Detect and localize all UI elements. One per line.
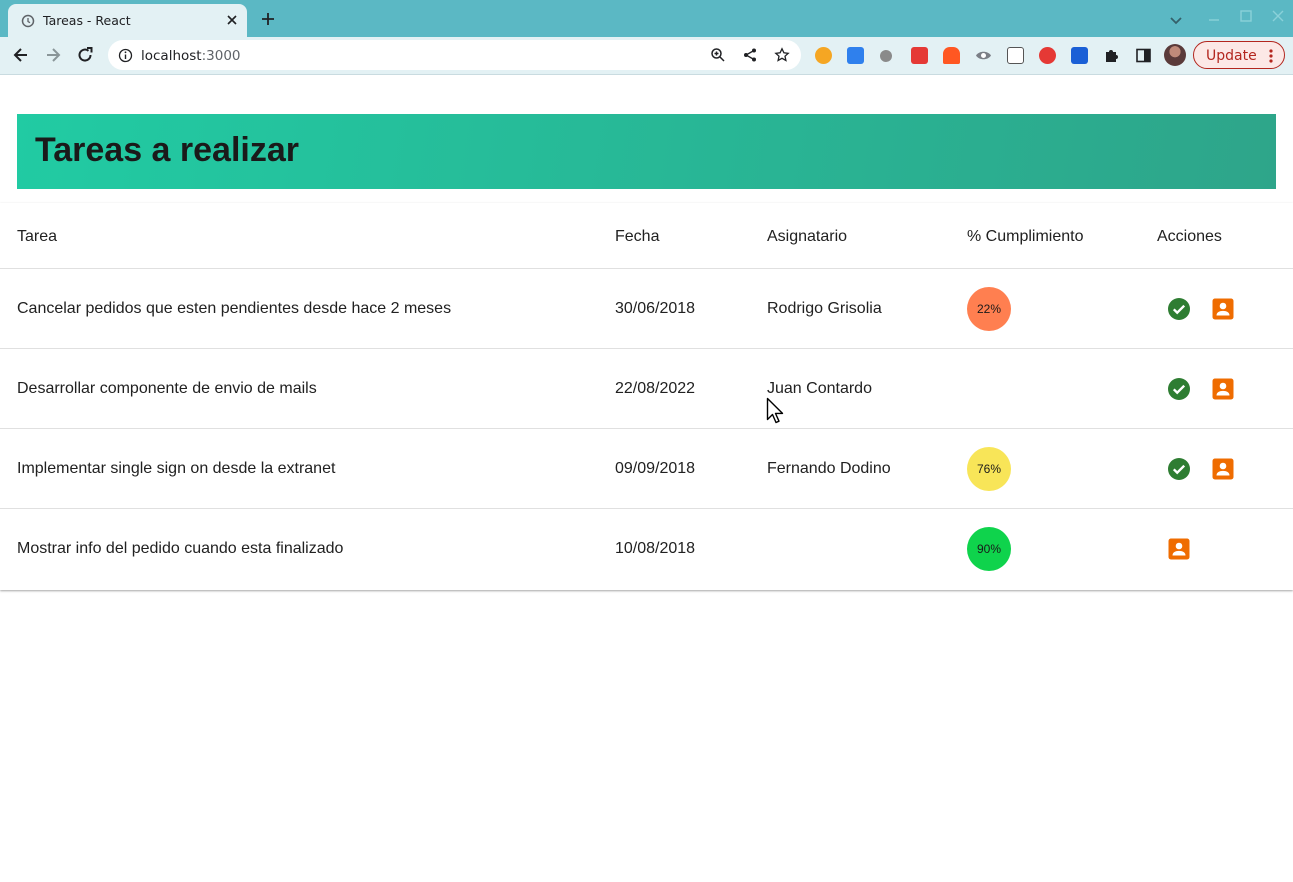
person-icon[interactable]	[1211, 297, 1235, 321]
forward-arrow-icon[interactable]	[43, 45, 63, 65]
task-name: Cancelar pedidos que esten pendientes de…	[17, 300, 452, 317]
tab-search-chevron-icon[interactable]	[1168, 12, 1184, 28]
column-header-asignatario: Asignatario	[767, 228, 848, 245]
maximize-icon[interactable]	[1238, 8, 1254, 24]
back-arrow-icon[interactable]	[11, 45, 31, 65]
column-header-cumplimiento: % Cumplimiento	[967, 228, 1084, 245]
task-assignee: Rodrigo Grisolia	[767, 300, 882, 317]
browser-tab-strip: Tareas - React	[0, 0, 1293, 37]
new-tab-icon[interactable]	[259, 10, 277, 28]
mouse-cursor-icon	[766, 397, 784, 424]
completion-badge: 22%	[967, 287, 1011, 331]
url-port: :3000	[201, 48, 241, 64]
extension-2-icon[interactable]	[847, 47, 864, 64]
extensions-puzzle-icon[interactable]	[1103, 47, 1120, 64]
minimize-icon[interactable]	[1206, 8, 1222, 24]
address-bar[interactable]: localhost:3000	[108, 40, 801, 70]
close-window-icon[interactable]	[1270, 8, 1286, 24]
extension-eye-icon[interactable]	[975, 47, 992, 64]
task-date: 10/08/2018	[615, 540, 696, 557]
url-text: localhost:3000	[141, 48, 241, 64]
column-header-fecha: Fecha	[615, 228, 660, 245]
extension-1-icon[interactable]	[815, 47, 832, 64]
task-name: Mostrar info del pedido cuando esta fina…	[17, 540, 344, 557]
completion-badge: 90%	[967, 527, 1011, 571]
extension-5-icon[interactable]	[943, 47, 960, 64]
table-row: Mostrar info del pedido cuando esta fina…	[0, 508, 1293, 589]
task-name: Implementar single sign on desde la extr…	[17, 460, 336, 477]
person-icon[interactable]	[1211, 457, 1235, 481]
task-date: 22/08/2022	[615, 380, 696, 397]
task-name: Desarrollar componente de envio de mails	[17, 380, 317, 397]
browser-tab[interactable]: Tareas - React	[8, 4, 247, 37]
extension-n-icon[interactable]	[1071, 47, 1088, 64]
column-header-acciones: Acciones	[1157, 228, 1222, 245]
task-date: 09/09/2018	[615, 460, 696, 477]
check-circle-icon[interactable]	[1167, 457, 1191, 481]
extension-grid-icon[interactable]	[1007, 47, 1024, 64]
zoom-icon[interactable]	[710, 47, 726, 63]
url-host: localhost	[141, 48, 202, 64]
table-row: Implementar single sign on desde la extr…	[0, 428, 1293, 509]
tasks-table: Tarea Fecha Asignatario % Cumplimiento A…	[0, 203, 1293, 590]
extension-4-icon[interactable]	[911, 47, 928, 64]
table-row: Desarrollar componente de envio de mails…	[0, 348, 1293, 429]
bookmark-star-icon[interactable]	[774, 47, 790, 63]
check-circle-icon[interactable]	[1167, 377, 1191, 401]
reload-icon[interactable]	[75, 45, 95, 65]
update-button[interactable]: Update	[1193, 41, 1285, 69]
extension-3-icon[interactable]	[880, 50, 892, 62]
page-header: Tareas a realizar	[17, 114, 1276, 189]
tab-close-icon[interactable]	[224, 12, 240, 28]
page-title: Tareas a realizar	[35, 131, 299, 169]
column-header-tarea: Tarea	[17, 228, 58, 245]
page-favicon-icon	[21, 14, 35, 28]
task-assignee: Fernando Dodino	[767, 460, 891, 477]
task-date: 30/06/2018	[615, 300, 696, 317]
task-assignee: Juan Contardo	[767, 380, 872, 397]
share-icon[interactable]	[742, 47, 758, 63]
update-label: Update	[1206, 48, 1257, 64]
check-circle-icon[interactable]	[1167, 297, 1191, 321]
more-vert-icon[interactable]	[1268, 48, 1274, 64]
side-panel-icon[interactable]	[1135, 47, 1152, 64]
completion-badge: 76%	[967, 447, 1011, 491]
table-row: Cancelar pedidos que esten pendientes de…	[0, 268, 1293, 349]
site-info-icon[interactable]	[118, 48, 133, 63]
browser-toolbar: localhost:3000 Update	[0, 37, 1293, 75]
person-icon[interactable]	[1167, 537, 1191, 561]
person-icon[interactable]	[1211, 377, 1235, 401]
profile-avatar[interactable]	[1164, 44, 1186, 66]
extension-adblock-icon[interactable]	[1039, 47, 1056, 64]
tab-title: Tareas - React	[43, 13, 131, 28]
